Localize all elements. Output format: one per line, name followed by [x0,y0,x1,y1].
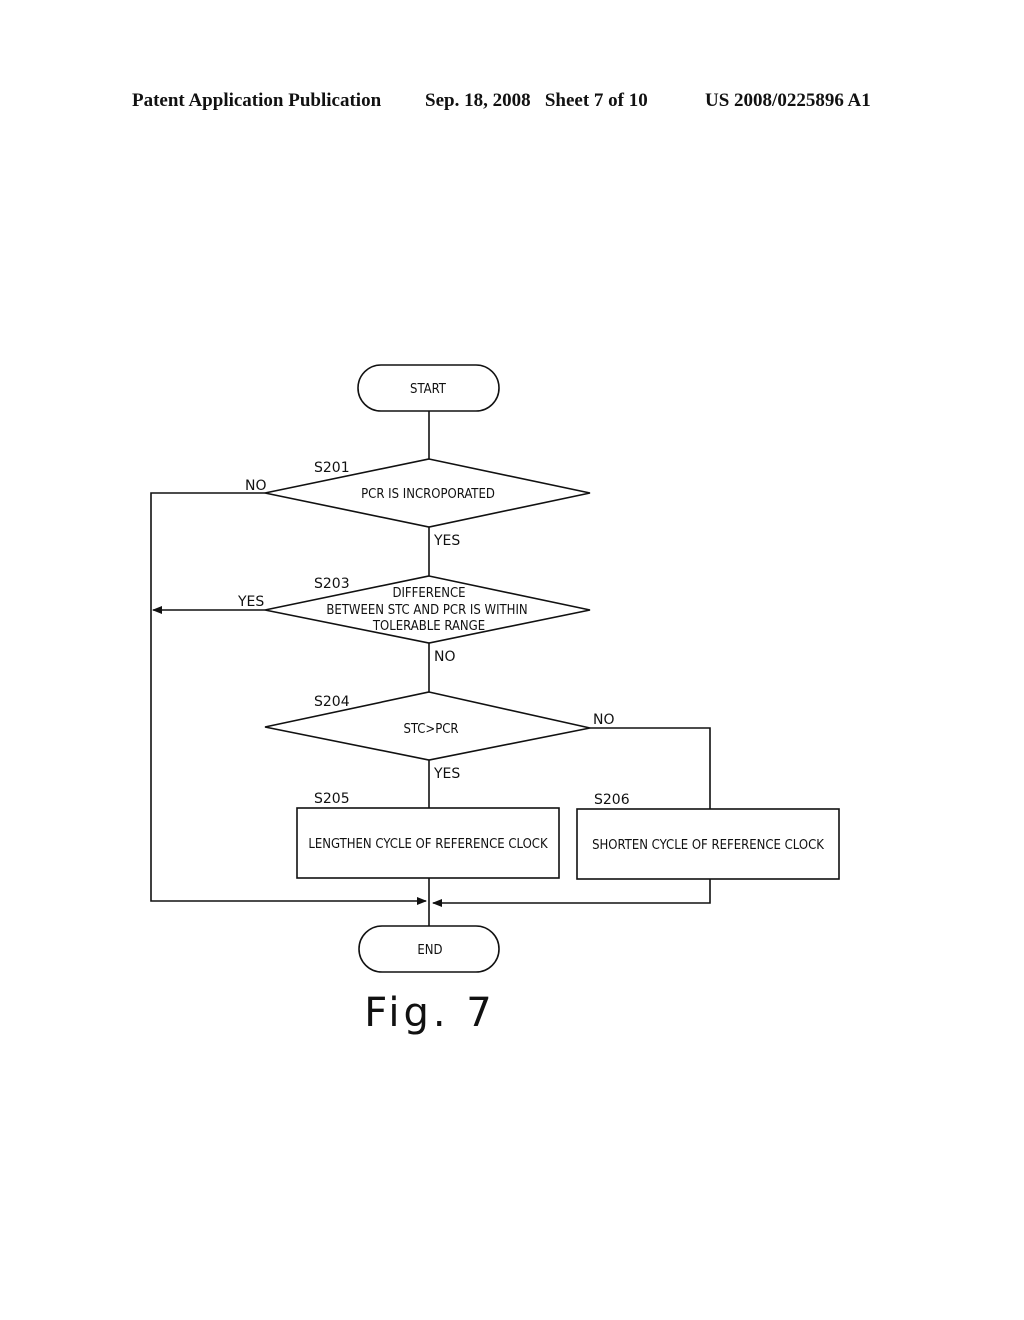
s204-yes-label: YES [433,766,460,782]
s203-no-label: NO [434,649,456,665]
end-label: END [417,943,442,958]
s205-step: S205 [314,791,350,807]
s201-text: PCR IS INCROPORATED [361,487,495,502]
s204-step: S204 [314,694,350,710]
s203-text-line3: TOLERABLE RANGE [372,619,485,634]
connector-s206-end [432,879,711,907]
s201-step: S201 [314,460,350,476]
s205-text: LENGTHEN CYCLE OF REFERENCE CLOCK [308,837,548,852]
figure-caption: Fig. 7 [364,990,495,1036]
s201-yes-label: YES [433,533,460,549]
s201-no-label: NO [245,478,267,494]
s203-step: S203 [314,576,350,592]
s204-text: STC>PCR [403,722,458,737]
start-label: START [410,382,447,397]
s203-text-line2: BETWEEN STC AND PCR IS WITHIN [326,603,527,618]
flowchart: START PCR IS INCROPORATED S201 NO YES DI… [150,364,840,1036]
s204-no-label: NO [593,712,615,728]
s206-text: SHORTEN CYCLE OF REFERENCE CLOCK [592,838,824,853]
s206-step: S206 [594,792,630,808]
s203-text-line1: DIFFERENCE [392,586,465,601]
s203-yes-label: YES [237,594,264,610]
